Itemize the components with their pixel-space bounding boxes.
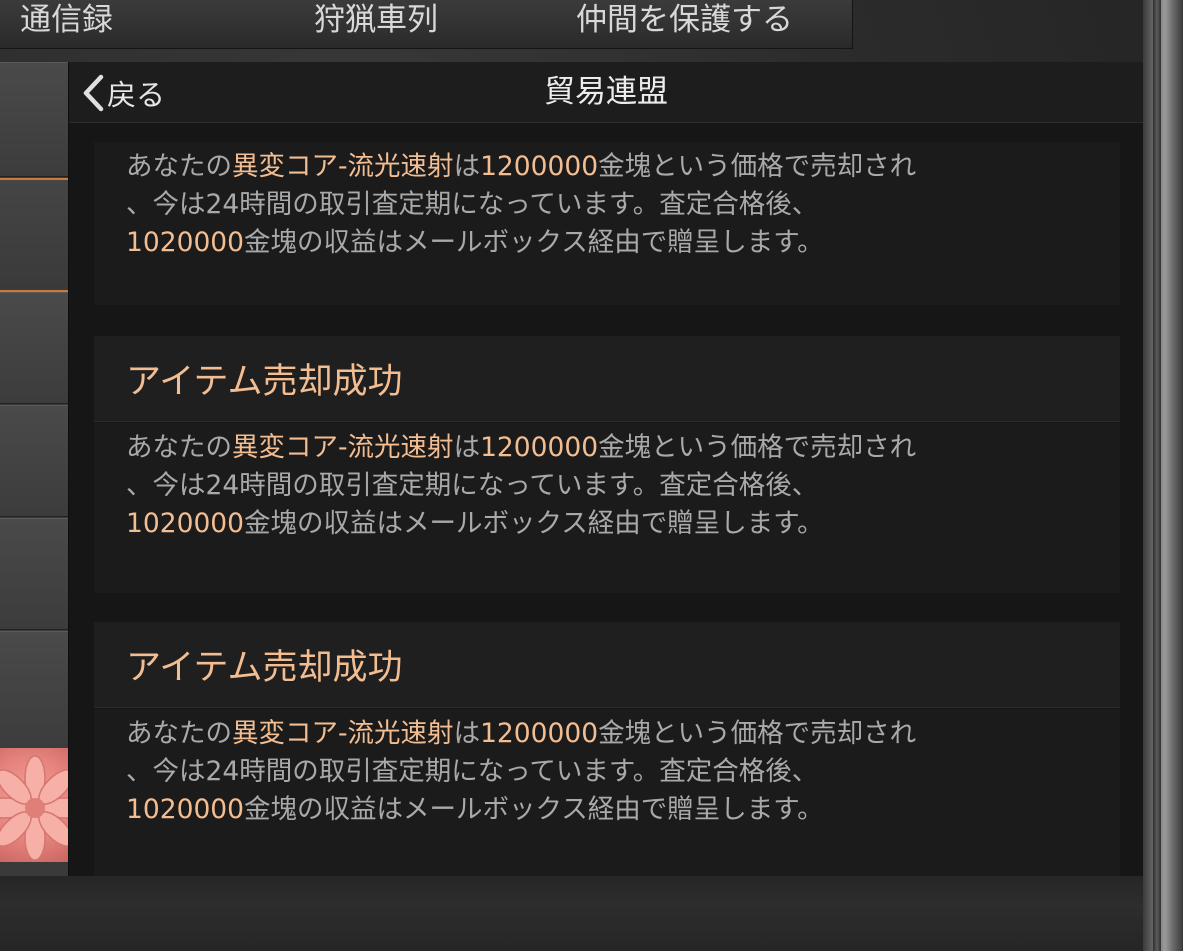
message-title: アイテム売却成功 <box>94 622 1120 708</box>
item-name: 異変コア-流光速射 <box>232 432 454 463</box>
trade-league-panel: 貿易連盟 戻る あなたの異変コア-流光速射は1200000金塊という価格で売却さ… <box>68 62 1143 876</box>
left-list-item[interactable] <box>0 405 68 517</box>
left-list-item[interactable] <box>0 292 68 404</box>
page-title: 貿易連盟 <box>544 74 668 110</box>
sale-price: 1200000 <box>480 718 599 749</box>
proceeds-amount: 1020000 <box>126 227 245 258</box>
item-name: 異変コア-流光速射 <box>232 151 454 182</box>
item-name: 異変コア-流光速射 <box>232 718 454 749</box>
panel-header: 貿易連盟 戻る <box>69 62 1143 123</box>
frame-groove <box>1153 0 1161 951</box>
message-line: 、今は24時間の取引査定期になっています。査定合格後、 <box>126 756 819 787</box>
sale-price: 1200000 <box>480 151 599 182</box>
chevron-left-icon <box>81 74 105 112</box>
message-line: あなたの異変コア-流光速射は1200000金塊という価格で売却され <box>126 151 917 182</box>
message-line: あなたの異変コア-流光速射は1200000金塊という価格で売却され <box>126 432 917 463</box>
message-body: あなたの異変コア-流光速射は1200000金塊という価格で売却され 、今は24時… <box>94 709 1120 876</box>
message-line: 1020000金塊の収益はメールボックス経由で贈呈します。 <box>126 794 824 825</box>
message-line: 1020000金塊の収益はメールボックス経由で贈呈します。 <box>126 508 824 539</box>
bottom-frame <box>0 876 1145 951</box>
left-list-item[interactable] <box>0 62 68 177</box>
left-list-item-selected[interactable] <box>0 178 70 292</box>
back-button[interactable]: 戻る <box>81 70 165 116</box>
tab-protect-companions[interactable]: 仲間を保護する <box>576 0 793 42</box>
flower-icon <box>0 748 68 862</box>
sale-price: 1200000 <box>480 432 599 463</box>
left-list-item[interactable] <box>0 518 68 630</box>
top-tab-bar: 通信録 狩猟車列 仲間を保護する <box>0 0 853 49</box>
right-metal-frame <box>1143 0 1183 951</box>
message-line: あなたの異変コア-流光速射は1200000金塊という価格で売却され <box>126 718 917 749</box>
tab-hunting-convoy[interactable]: 狩猟車列 <box>314 0 438 42</box>
game-screen: 通信録 狩猟車列 仲間を保護する 貿易連盟 戻る あなたの異変コア-流光速射は1… <box>0 0 1183 951</box>
proceeds-amount: 1020000 <box>126 508 245 539</box>
message-title: アイテム売却成功 <box>94 336 1120 422</box>
message-body: あなたの異変コア-流光速射は1200000金塊という価格で売却され 、今は24時… <box>94 142 1120 305</box>
tab-contacts[interactable]: 通信録 <box>20 0 113 42</box>
message-body: あなたの異変コア-流光速射は1200000金塊という価格で売却され 、今は24時… <box>94 423 1120 593</box>
message-line: 1020000金塊の収益はメールボックス経由で贈呈します。 <box>126 227 824 258</box>
proceeds-amount: 1020000 <box>126 794 245 825</box>
message-line: 、今は24時間の取引査定期になっています。査定合格後、 <box>126 189 819 220</box>
message-line: 、今は24時間の取引査定期になっています。査定合格後、 <box>126 470 819 501</box>
left-list-item[interactable] <box>0 631 68 749</box>
back-label: 戻る <box>107 78 166 112</box>
